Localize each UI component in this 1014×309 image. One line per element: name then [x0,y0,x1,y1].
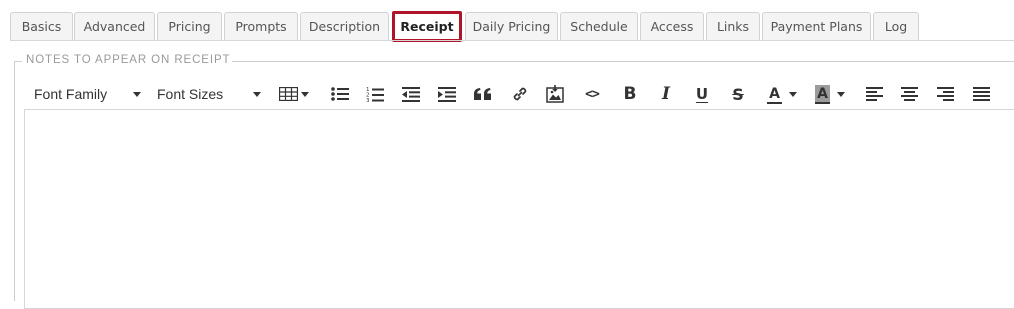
fieldset-border [14,61,15,301]
tab-advanced[interactable]: Advanced [74,12,155,40]
ordered-list-button[interactable]: 1 2 3 [362,80,388,108]
bold-button[interactable]: B [617,80,643,108]
fieldset-border [14,61,22,62]
image-icon [546,85,564,103]
code-view-icon: <> [585,86,600,102]
image-button[interactable] [542,80,568,108]
tab-links[interactable]: Links [706,12,760,40]
ordered-list-icon: 1 2 3 [366,87,384,103]
svg-text:3: 3 [366,98,370,103]
tab-payment-plans[interactable]: Payment Plans [762,12,871,40]
italic-button[interactable]: I [653,80,679,108]
indent-icon [438,86,456,102]
italic-icon: I [662,84,670,104]
align-left-icon [865,87,883,101]
bold-icon: B [623,84,637,104]
tab-pricing[interactable]: Pricing [157,12,222,40]
align-justify-button[interactable] [968,80,994,108]
chevron-down-icon [133,92,141,97]
align-right-button[interactable] [932,80,958,108]
tab-bar: Basics Advanced Pricing Prompts Descript… [0,0,1014,42]
strikethrough-icon: S [732,84,744,104]
tab-basics[interactable]: Basics [10,12,73,40]
chevron-down-icon [301,91,309,97]
underline-icon: U [695,85,709,103]
tab-schedule[interactable]: Schedule [560,12,638,40]
tab-daily-pricing[interactable]: Daily Pricing [465,12,558,40]
align-center-button[interactable] [896,80,922,108]
background-color-icon: A [815,84,830,104]
outdent-button[interactable] [398,80,424,108]
background-color-glyph: A [817,85,828,102]
tab-receipt[interactable]: Receipt [392,11,462,42]
indent-button[interactable] [434,80,460,108]
chevron-down-icon [836,91,845,97]
code-view-button[interactable]: <> [579,80,605,108]
align-left-button[interactable] [861,80,887,108]
tab-log[interactable]: Log [873,12,919,40]
blockquote-icon [474,88,491,100]
font-size-label: Font Sizes [157,86,224,102]
underline-button[interactable]: U [689,80,715,108]
background-color-button[interactable]: A [812,80,848,108]
editor-toolbar: Font Family Font Sizes 1 2 3 <> B I U S … [24,80,1014,108]
link-icon [513,87,527,101]
font-color-icon: A [767,85,782,104]
chevron-down-icon [253,92,261,97]
font-family-dropdown[interactable]: Font Family [34,80,141,108]
font-size-dropdown[interactable]: Font Sizes [157,80,261,108]
blockquote-button[interactable] [470,80,496,108]
unordered-list-button[interactable] [327,80,353,108]
table-icon [279,87,298,101]
align-right-icon [936,87,954,101]
unordered-list-icon [331,87,349,101]
tab-divider [10,40,1014,41]
font-family-label: Font Family [34,86,108,102]
font-color-glyph: A [769,85,780,102]
outdent-icon [402,86,420,102]
font-color-button[interactable]: A [764,80,800,108]
section-legend: NOTES TO APPEAR ON RECEIPT [26,54,231,66]
tab-access[interactable]: Access [640,12,704,40]
align-justify-icon [972,87,990,101]
table-button[interactable] [278,80,310,108]
align-center-icon [900,87,918,101]
receipt-notes-editor[interactable] [24,109,1014,309]
chevron-down-icon [788,91,797,97]
tab-description[interactable]: Description [300,12,389,40]
strikethrough-button[interactable]: S [725,80,751,108]
fieldset-border [232,61,1014,62]
link-button[interactable] [507,80,533,108]
tab-prompts[interactable]: Prompts [224,12,298,40]
